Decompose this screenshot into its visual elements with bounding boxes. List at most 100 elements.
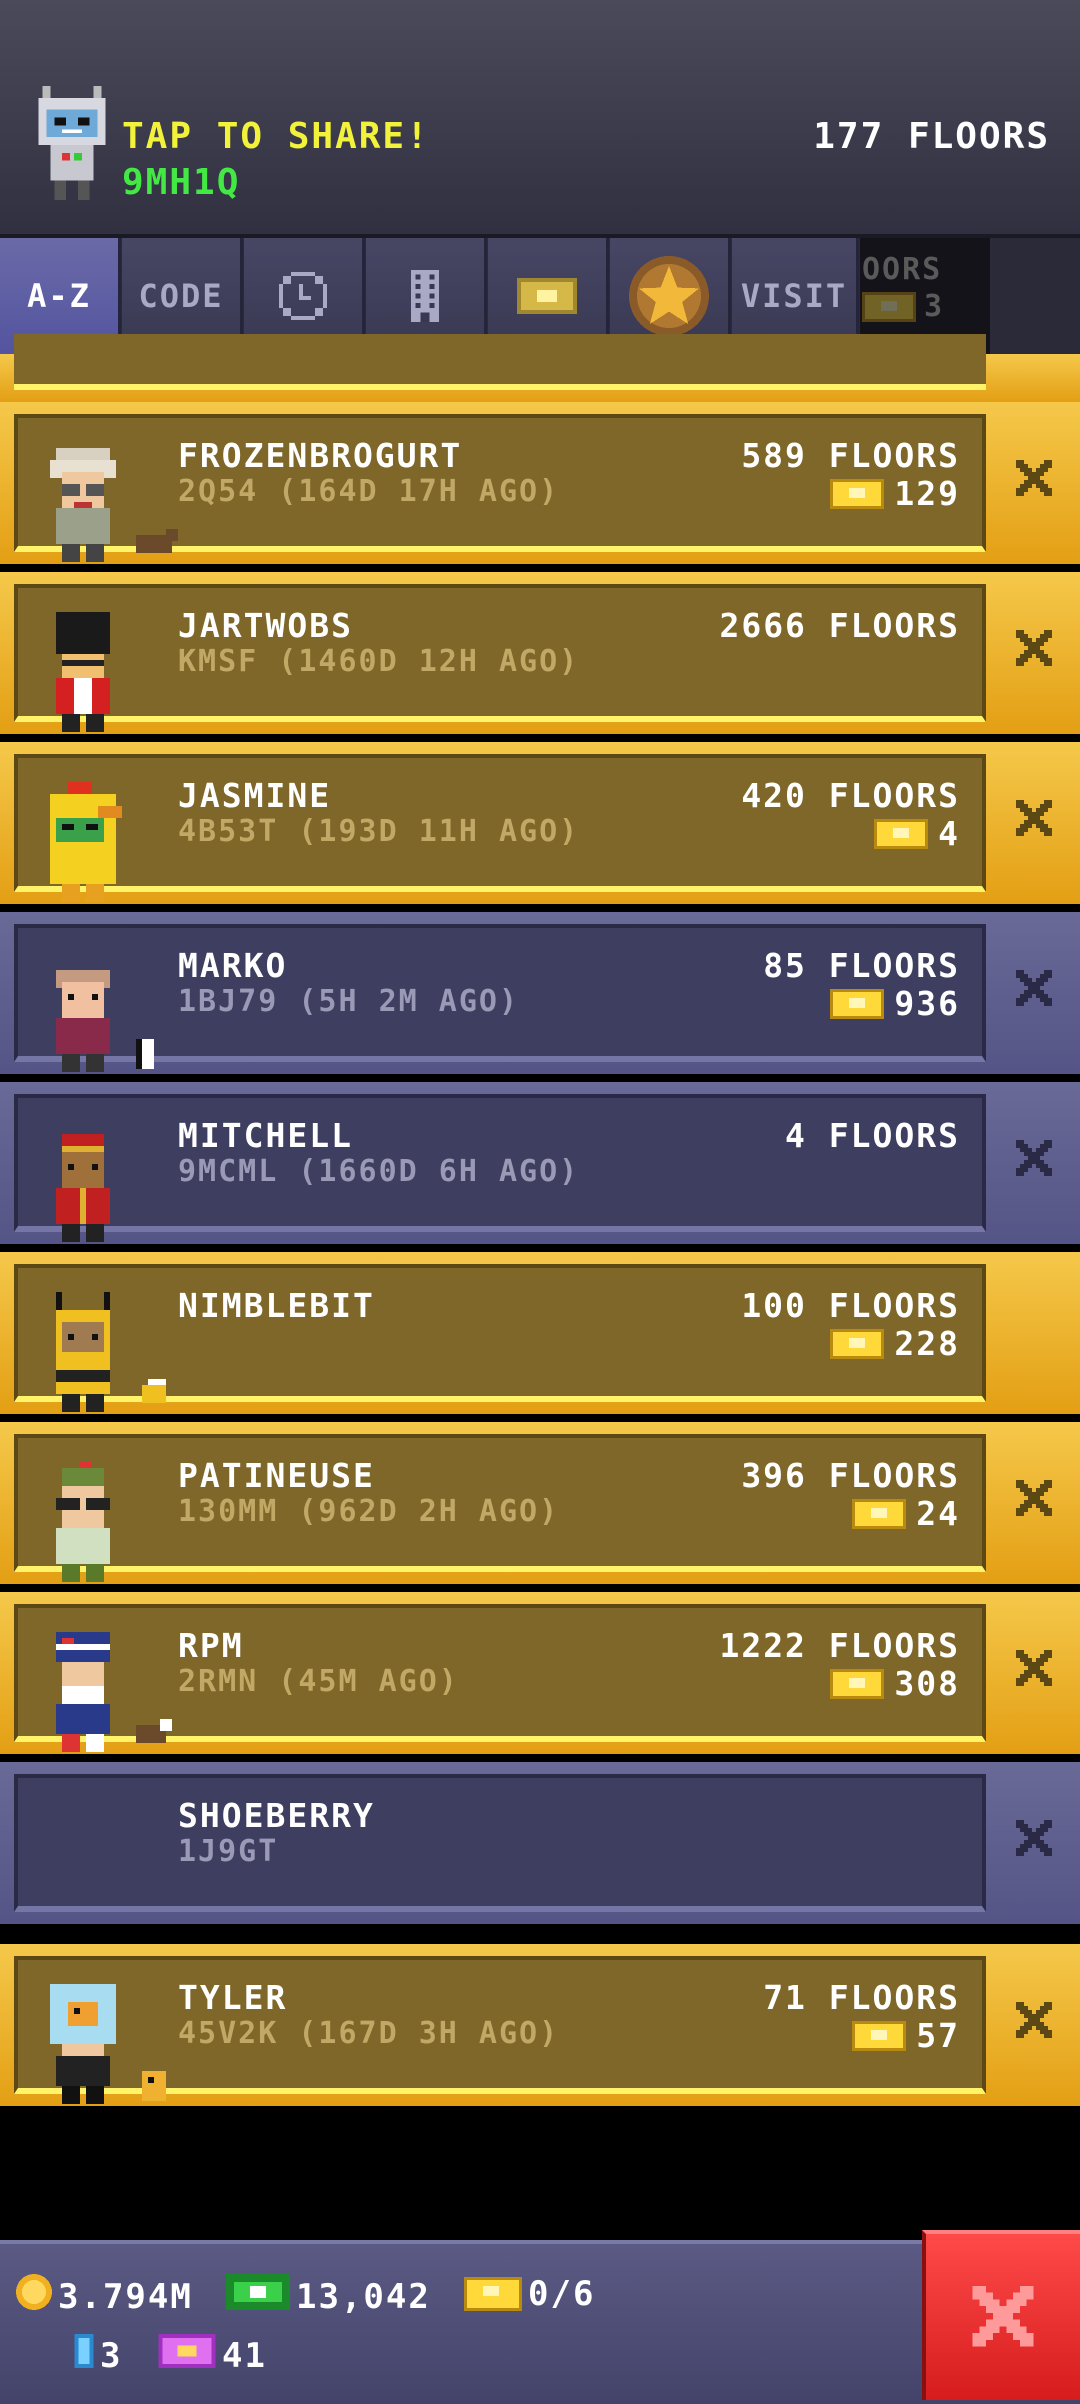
currency-footer: 3.794M 13,042 0/6 3 41 — [0, 2240, 1080, 2404]
remove-friend-button[interactable] — [1012, 460, 1056, 504]
pet-icon — [136, 2070, 178, 2102]
close-icon — [1016, 1140, 1052, 1176]
elevator-stat: 3 — [74, 2334, 122, 2377]
remove-friend-button[interactable] — [1012, 800, 1056, 844]
friend-name: TYLER — [178, 1978, 288, 2017]
ticket-icon — [852, 1498, 907, 1529]
friend-row[interactable]: TYLER 45V2K (167D 3H AGO) 71 FLOORS 57 — [0, 1944, 1080, 2106]
friend-name: JASMINE — [178, 776, 332, 815]
friend-avatar-icon — [38, 782, 128, 902]
remove-friend-button[interactable] — [1012, 2002, 1056, 2046]
close-icon — [1016, 630, 1052, 666]
friend-row[interactable]: SHOEBERRY 1J9GT — [0, 1762, 1080, 1924]
pet-icon — [136, 1718, 178, 1750]
obscured-floors-label: OORS — [862, 252, 943, 287]
friend-bux: 308 — [830, 1664, 960, 1703]
friend-code-time: 1J9GT — [178, 1834, 279, 1869]
friend-name: NIMBLEBIT — [178, 1286, 375, 1325]
friend-avatar-icon — [38, 1462, 128, 1582]
pet-icon — [136, 1038, 178, 1070]
friend-avatar-icon — [38, 952, 128, 1072]
friend-row[interactable]: PATINEUSE 130MM (962D 2H AGO) 396 FLOORS… — [0, 1422, 1080, 1584]
tab-a-z-label: A-Z — [27, 277, 91, 315]
friend-row[interactable]: JARTWOBS KMSF (1460D 12H AGO) 2666 FLOOR… — [0, 572, 1080, 734]
ticket-icon — [852, 2020, 907, 2051]
remove-friend-button[interactable] — [1012, 1650, 1056, 1694]
friend-avatar-icon — [38, 1984, 128, 2104]
ticket-icon — [516, 278, 578, 314]
close-icon — [1016, 1650, 1052, 1686]
coins-stat: 3.794M — [16, 2274, 193, 2319]
friend-bux: 4 — [874, 814, 960, 853]
friend-bux: 129 — [830, 474, 960, 513]
friend-name: JARTWOBS — [178, 606, 353, 645]
obscured-bux-value: 3 — [924, 289, 945, 324]
pet-icon — [136, 528, 178, 560]
friend-row[interactable]: MITCHELL 9MCML (1660D 6H AGO) 4 FLOORS — [0, 1082, 1080, 1244]
friend-row[interactable]: RPM 2RMN (45M AGO) 1222 FLOORS 308 — [0, 1592, 1080, 1754]
golden-ticket-stat: 41 — [158, 2334, 267, 2377]
friend-avatar-icon — [38, 1632, 128, 1752]
golden-ticket-icon — [158, 2334, 216, 2377]
building-icon — [410, 270, 440, 322]
header: TAP TO SHARE! 9MH1Q 177 FLOORS — [0, 0, 1080, 238]
friend-row[interactable]: MARKO 1BJ79 (5H 2M AGO) 85 FLOORS 936 — [0, 912, 1080, 1074]
close-icon — [1016, 2002, 1052, 2038]
close-icon — [1016, 800, 1052, 836]
friend-code-time: 45V2K (167D 3H AGO) — [178, 2016, 560, 2051]
ticket-icon — [830, 478, 885, 509]
friend-code-time: 4B53T (193D 11H AGO) — [178, 814, 580, 849]
friend-avatar-icon — [38, 1122, 128, 1242]
friend-floors: 396 FLOORS — [741, 1456, 960, 1495]
friend-floors: 1222 FLOORS — [719, 1626, 960, 1665]
friend-code-time: KMSF (1460D 12H AGO) — [178, 644, 580, 679]
pet-icon — [136, 1378, 178, 1410]
friend-bux-value: 308 — [894, 1664, 960, 1703]
ticket-icon — [874, 818, 929, 849]
friend-bux-value: 4 — [938, 814, 960, 853]
friend-code-time: 2RMN (45M AGO) — [178, 1664, 459, 1699]
coins-value: 3.794M — [58, 2276, 193, 2317]
remove-friend-button[interactable] — [1012, 630, 1056, 674]
partial-list-row — [0, 334, 1080, 402]
friend-name: RPM — [178, 1626, 244, 1665]
remove-friend-button[interactable] — [1012, 1820, 1056, 1864]
friend-name: MITCHELL — [178, 1116, 353, 1155]
close-icon — [1016, 1820, 1052, 1856]
friend-name: MARKO — [178, 946, 288, 985]
friend-bux: 57 — [852, 2016, 960, 2055]
elevator-icon — [74, 2334, 94, 2377]
remove-friend-button[interactable] — [1012, 970, 1056, 1014]
friend-row[interactable]: JASMINE 4B53T (193D 11H AGO) 420 FLOORS … — [0, 742, 1080, 904]
close-button[interactable] — [922, 2230, 1080, 2400]
share-code: 9MH1Q — [122, 162, 241, 203]
friend-bux: 24 — [852, 1494, 960, 1533]
star-icon — [627, 254, 711, 338]
bux-stat: 13,042 — [226, 2274, 431, 2319]
friend-bux-value: 129 — [894, 474, 960, 513]
ticket-icon — [862, 291, 916, 322]
ticket-icon — [830, 988, 885, 1019]
tickets-value: 0/6 — [528, 2274, 596, 2314]
remove-friend-button[interactable] — [1012, 1480, 1056, 1524]
friend-avatar-icon — [38, 1292, 128, 1412]
ticket-icon — [464, 2277, 522, 2311]
ticket-icon — [830, 1668, 885, 1699]
clock-icon — [279, 272, 327, 320]
self-avatar-icon[interactable] — [30, 86, 114, 204]
friend-avatar-icon — [38, 612, 128, 732]
friend-floors: 420 FLOORS — [741, 776, 960, 815]
friend-floors: 2666 FLOORS — [719, 606, 960, 645]
friend-floors: 100 FLOORS — [741, 1286, 960, 1325]
tab-code-label: CODE — [138, 277, 224, 315]
self-floor-count: 177 FLOORS — [813, 116, 1050, 157]
remove-friend-button[interactable] — [1012, 1140, 1056, 1184]
friend-avatar-icon — [38, 442, 128, 562]
friend-bux-value: 24 — [916, 1494, 960, 1533]
friend-row[interactable]: NIMBLEBIT 100 FLOORS 228 — [0, 1252, 1080, 1414]
friend-code-time: 2Q54 (164D 17H AGO) — [178, 474, 560, 509]
friend-name: FROZENBROGURT — [178, 436, 463, 475]
tap-to-share-label[interactable]: TAP TO SHARE! — [122, 116, 430, 157]
friend-floors: 85 FLOORS — [763, 946, 960, 985]
friend-row[interactable]: FROZENBROGURT 2Q54 (164D 17H AGO) 589 FL… — [0, 402, 1080, 564]
